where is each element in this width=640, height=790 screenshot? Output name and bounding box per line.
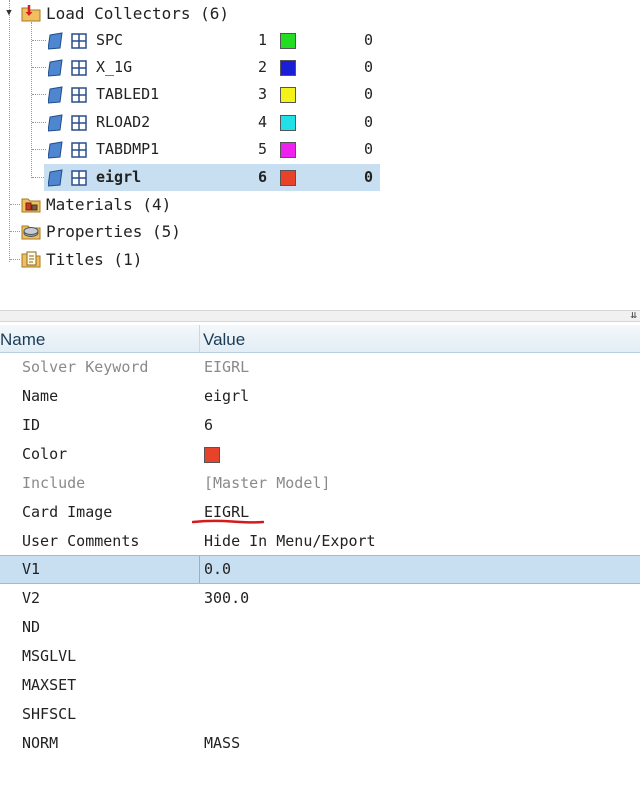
- collector-id: 2: [258, 58, 268, 76]
- property-value: EIGRL: [204, 358, 250, 376]
- grid-row-id[interactable]: ID 6: [0, 411, 640, 440]
- load-collector-icon: [21, 3, 41, 23]
- model-browser-tree: ▼ Load Collectors (6) SPC 1 0 X_1G 2 0 T…: [0, 0, 640, 310]
- collector-count: 0: [364, 168, 374, 186]
- grid-row-norm[interactable]: NORM MASS: [0, 729, 640, 758]
- property-name: NORM: [22, 734, 59, 752]
- load-collector-branch-line: [31, 22, 32, 178]
- property-name: ID: [22, 416, 41, 434]
- collector-entity-icon: [47, 168, 88, 188]
- collector-count: 0: [364, 58, 374, 76]
- property-name: Color: [22, 445, 68, 463]
- collector-entity-icon: [47, 85, 88, 105]
- collector-id: 1: [258, 31, 268, 49]
- grid-row-color[interactable]: Color: [0, 440, 640, 469]
- annotation-underline: [192, 519, 264, 524]
- collector-color-swatch[interactable]: [280, 115, 296, 131]
- property-value[interactable]: MASS: [204, 729, 240, 758]
- tree-item-load-collector[interactable]: X_1G 2 0: [44, 54, 380, 81]
- grid-row-card-image[interactable]: Card Image EIGRL: [0, 498, 640, 527]
- grid-row-solver-keyword[interactable]: Solver Keyword EIGRL: [0, 353, 640, 382]
- grid-header: Name Value: [0, 325, 640, 353]
- collector-color-swatch[interactable]: [280, 142, 296, 158]
- tree-item-load-collector[interactable]: TABDMP1 5 0: [44, 136, 380, 163]
- collector-color-swatch[interactable]: [280, 60, 296, 76]
- property-value[interactable]: 6: [204, 411, 213, 440]
- collector-count: 0: [364, 31, 374, 49]
- column-separator: [199, 556, 200, 583]
- collector-name: eigrl: [96, 168, 142, 186]
- tree-item-load-collector[interactable]: SPC 1 0: [44, 27, 380, 54]
- collapse-arrow-icon[interactable]: ▼: [4, 8, 14, 18]
- header-value[interactable]: Value: [203, 325, 245, 355]
- collector-id: 4: [258, 113, 268, 131]
- header-name[interactable]: Name: [0, 325, 45, 355]
- tree-item-load-collector-selected[interactable]: eigrl 6 0: [44, 164, 380, 191]
- load-collectors-label: Load Collectors (6): [46, 4, 230, 23]
- property-name: V2: [22, 589, 41, 607]
- tree-node-materials[interactable]: Materials (4): [0, 191, 200, 218]
- property-name: Solver Keyword: [22, 358, 149, 376]
- materials-label: Materials (4): [46, 195, 172, 214]
- property-icon: [21, 221, 41, 241]
- grid-row-maxset[interactable]: MAXSET: [0, 671, 640, 700]
- collector-count: 0: [364, 140, 374, 158]
- title-icon: [21, 249, 41, 269]
- collector-id: 6: [258, 168, 268, 186]
- collector-count: 0: [364, 113, 374, 131]
- grid-row-v1-selected[interactable]: V1 0.0: [0, 555, 640, 584]
- property-name: V1: [22, 560, 41, 578]
- tree-node-properties[interactable]: Properties (5): [0, 218, 200, 245]
- tree-node-titles[interactable]: Titles (1): [0, 246, 200, 273]
- property-name: User Comments: [22, 532, 140, 550]
- property-name: MAXSET: [22, 676, 77, 694]
- property-name: Card Image: [22, 503, 113, 521]
- property-name: Include: [22, 474, 86, 492]
- tree-node-load-collectors[interactable]: ▼ Load Collectors (6): [0, 0, 260, 27]
- grid-row-msglvl[interactable]: MSGLVL: [0, 642, 640, 671]
- grid-row-name[interactable]: Name eigrl: [0, 382, 640, 411]
- property-value[interactable]: 0.0: [204, 556, 231, 583]
- collector-color-swatch[interactable]: [280, 170, 296, 186]
- collector-name: TABDMP1: [96, 140, 160, 158]
- titles-label: Titles (1): [46, 250, 143, 269]
- grid-row-nd[interactable]: ND: [0, 613, 640, 642]
- grid-row-user-comments[interactable]: User Comments Hide In Menu/Export: [0, 527, 640, 556]
- property-value: [Master Model]: [204, 474, 331, 492]
- collector-name: TABLED1: [96, 85, 160, 103]
- collector-entity-icon: [47, 140, 88, 160]
- collector-color-swatch[interactable]: [280, 33, 296, 49]
- property-value[interactable]: eigrl: [204, 382, 249, 411]
- collector-color-swatch[interactable]: [280, 87, 296, 103]
- collector-id: 3: [258, 85, 268, 103]
- collapse-panel-icon[interactable]: ⇊: [630, 309, 637, 321]
- property-value[interactable]: Hide In Menu/Export: [204, 527, 376, 556]
- grid-row-v2[interactable]: V2 300.0: [0, 584, 640, 613]
- tree-item-load-collector[interactable]: RLOAD2 4 0: [44, 109, 380, 136]
- grid-row-shfscl[interactable]: SHFSCL: [0, 700, 640, 729]
- property-name: MSGLVL: [22, 647, 77, 665]
- grid-row-include[interactable]: Include [Master Model]: [0, 469, 640, 498]
- collector-name: X_1G: [96, 58, 133, 76]
- property-value[interactable]: 300.0: [204, 584, 249, 613]
- collector-entity-icon: [47, 113, 88, 133]
- column-separator[interactable]: [199, 325, 200, 352]
- properties-label: Properties (5): [46, 222, 181, 241]
- collector-id: 5: [258, 140, 268, 158]
- color-swatch[interactable]: [204, 447, 220, 463]
- collector-name: SPC: [96, 31, 124, 49]
- collector-count: 0: [364, 85, 374, 103]
- collector-entity-icon: [47, 58, 88, 78]
- property-name: SHFSCL: [22, 705, 77, 723]
- property-name: Name: [22, 387, 59, 405]
- collector-name: RLOAD2: [96, 113, 151, 131]
- collector-entity-icon: [47, 31, 88, 51]
- property-name: ND: [22, 618, 41, 636]
- tree-item-load-collector[interactable]: TABLED1 3 0: [44, 81, 380, 108]
- material-icon: [21, 194, 41, 214]
- panel-splitter[interactable]: ⇊: [0, 309, 640, 322]
